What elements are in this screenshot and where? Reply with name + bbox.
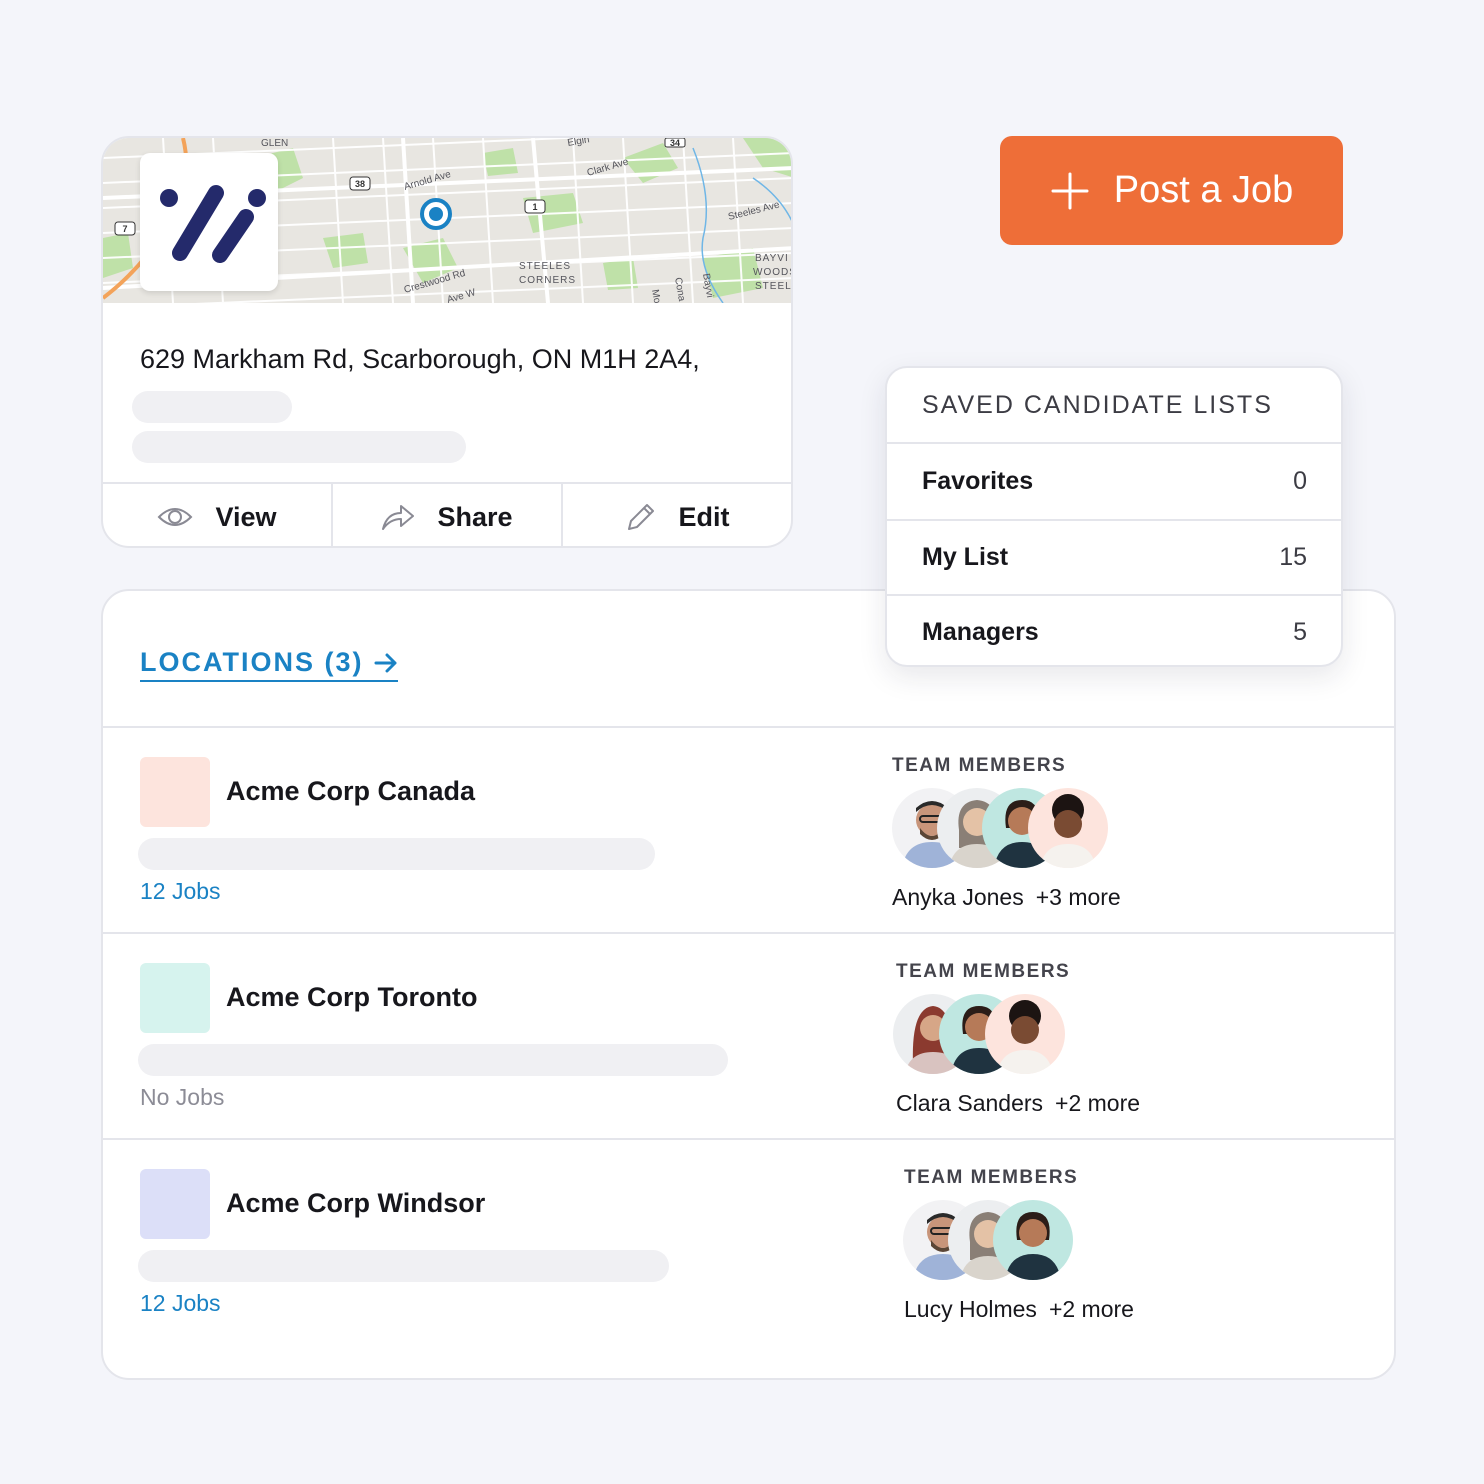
arrow-right-icon bbox=[374, 653, 396, 672]
location-jobs-link[interactable]: 12 Jobs bbox=[140, 878, 221, 905]
svg-text:1: 1 bbox=[532, 202, 537, 212]
edit-button[interactable]: Edit bbox=[561, 484, 791, 546]
team-names: Lucy Holmes +2 more bbox=[904, 1296, 1134, 1323]
placeholder-line bbox=[132, 431, 466, 463]
svg-text:7: 7 bbox=[122, 224, 127, 234]
plus-icon bbox=[1051, 172, 1089, 209]
team-more-count[interactable]: +3 more bbox=[1036, 884, 1121, 910]
team-members-label: TEAM MEMBERS bbox=[892, 755, 1067, 776]
team-more-count[interactable]: +2 more bbox=[1055, 1090, 1140, 1116]
team-members-label: TEAM MEMBERS bbox=[896, 961, 1071, 982]
svg-text:38: 38 bbox=[355, 179, 365, 189]
locations-panel: LOCATIONS (3) Acme Corp Canada 12 Jobs T… bbox=[101, 589, 1396, 1380]
post-job-label: Post a Job bbox=[1113, 169, 1294, 211]
saved-list-favorites[interactable]: Favorites 0 bbox=[887, 444, 1341, 519]
placeholder-line bbox=[138, 1044, 728, 1076]
location-color-swatch bbox=[140, 1169, 210, 1239]
saved-list-managers[interactable]: Managers 5 bbox=[887, 594, 1341, 665]
team-lead-name: Clara Sanders bbox=[896, 1090, 1044, 1116]
share-button[interactable]: Share bbox=[331, 484, 561, 546]
company-address: 629 Markham Rd, Scarborough, ON M1H 2A4, bbox=[140, 344, 700, 374]
share-label: Share bbox=[437, 501, 513, 532]
svg-text:STEELES: STEELES bbox=[519, 261, 571, 272]
team-avatars[interactable] bbox=[903, 1200, 1073, 1280]
team-lead-name: Anyka Jones bbox=[892, 884, 1024, 910]
company-card: 38 7 1 34 GLEN Arnold Ave Clark Ave Elgi… bbox=[101, 136, 793, 548]
saved-list-count: 5 bbox=[1293, 618, 1307, 646]
location-row[interactable]: Acme Corp Canada 12 Jobs TEAM MEMBERS An… bbox=[103, 726, 1394, 932]
svg-text:WOODS: WOODS bbox=[753, 267, 791, 278]
view-label: View bbox=[215, 501, 277, 532]
placeholder-line bbox=[138, 838, 655, 870]
location-map[interactable]: 38 7 1 34 GLEN Arnold Ave Clark Ave Elgi… bbox=[103, 138, 791, 303]
eye-icon bbox=[158, 508, 193, 526]
location-jobs-count: No Jobs bbox=[140, 1084, 225, 1110]
team-avatars[interactable] bbox=[893, 994, 1065, 1074]
svg-text:CORNERS: CORNERS bbox=[519, 275, 576, 286]
pencil-icon bbox=[627, 504, 654, 530]
svg-text:BAYVI: BAYVI bbox=[755, 253, 789, 264]
team-more-count[interactable]: +2 more bbox=[1049, 1296, 1134, 1322]
team-members-label: TEAM MEMBERS bbox=[904, 1167, 1079, 1188]
edit-label: Edit bbox=[678, 501, 730, 532]
company-logo bbox=[140, 153, 278, 291]
share-arrow-icon bbox=[382, 505, 415, 530]
placeholder-line bbox=[138, 1250, 669, 1282]
saved-list-label: Favorites bbox=[922, 467, 1034, 495]
location-name: Acme Corp Windsor bbox=[226, 1188, 486, 1218]
avatar bbox=[993, 1200, 1073, 1280]
brand-logo-icon bbox=[160, 185, 266, 263]
location-name: Acme Corp Toronto bbox=[226, 982, 478, 1012]
saved-candidate-lists-card: SAVED CANDIDATE LISTS Favorites 0 My Lis… bbox=[885, 366, 1343, 667]
avatar bbox=[1028, 788, 1108, 868]
location-color-swatch bbox=[140, 963, 210, 1033]
location-row[interactable]: Acme Corp Windsor 12 Jobs TEAM MEMBERS L… bbox=[103, 1138, 1394, 1344]
svg-text:34: 34 bbox=[670, 138, 680, 148]
team-avatars[interactable] bbox=[892, 788, 1108, 868]
view-button[interactable]: View bbox=[103, 484, 331, 546]
saved-list-my-list[interactable]: My List 15 bbox=[887, 519, 1341, 594]
saved-lists-title: SAVED CANDIDATE LISTS bbox=[887, 368, 1341, 444]
location-row[interactable]: Acme Corp Toronto No Jobs TEAM MEMBERS C… bbox=[103, 932, 1394, 1138]
svg-text:Mo: Mo bbox=[649, 289, 662, 303]
saved-list-count: 0 bbox=[1293, 467, 1307, 495]
card-action-bar: View Share Edit bbox=[103, 482, 791, 546]
location-name: Acme Corp Canada bbox=[226, 776, 476, 806]
team-names: Anyka Jones +3 more bbox=[892, 884, 1121, 911]
team-names: Clara Sanders +2 more bbox=[896, 1090, 1140, 1117]
saved-list-label: Managers bbox=[922, 618, 1039, 646]
location-color-swatch bbox=[140, 757, 210, 827]
avatar bbox=[985, 994, 1065, 1074]
svg-text:GLEN: GLEN bbox=[261, 138, 288, 149]
locations-header: LOCATIONS (3) bbox=[140, 647, 364, 677]
saved-list-count: 15 bbox=[1279, 543, 1307, 571]
post-job-button[interactable]: Post a Job bbox=[1000, 136, 1343, 245]
placeholder-line bbox=[132, 391, 292, 423]
location-jobs-link[interactable]: 12 Jobs bbox=[140, 1290, 221, 1317]
svg-text:STEEL: STEEL bbox=[755, 281, 791, 292]
locations-link[interactable]: LOCATIONS (3) bbox=[140, 647, 398, 682]
team-lead-name: Lucy Holmes bbox=[904, 1296, 1037, 1322]
saved-list-label: My List bbox=[922, 543, 1009, 571]
